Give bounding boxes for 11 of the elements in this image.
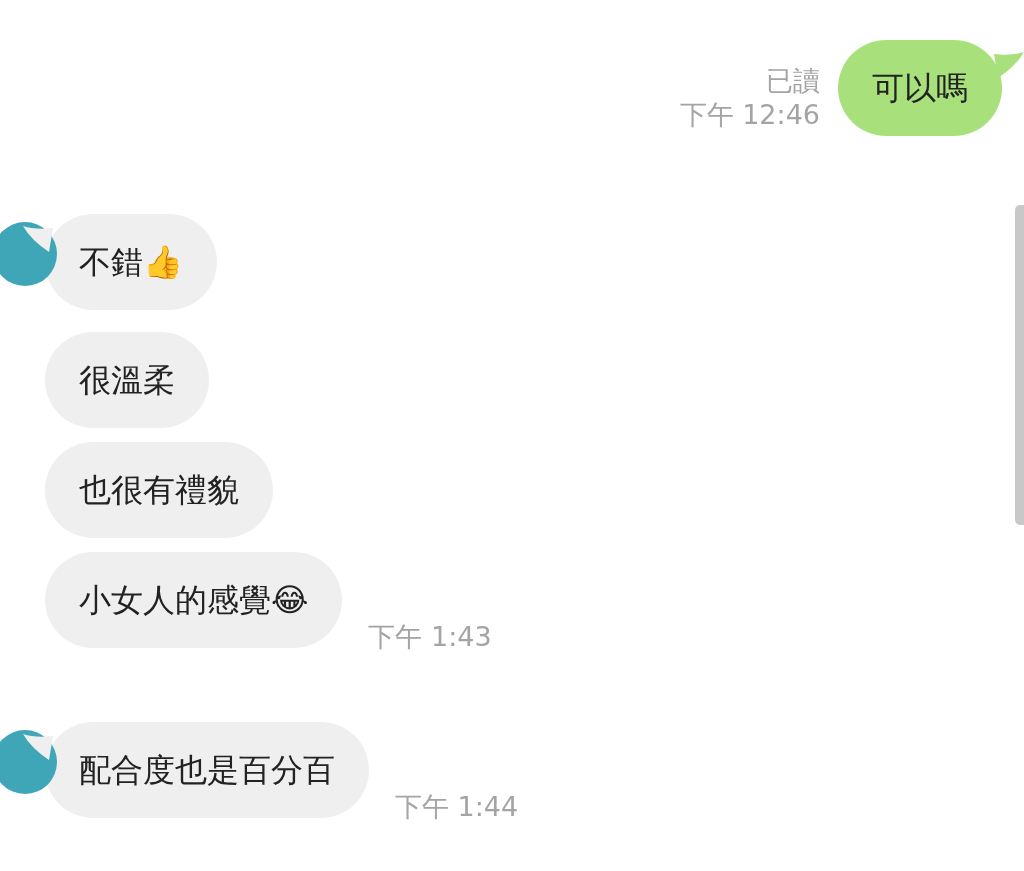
message-bubble: 小女人的感覺😂	[45, 552, 343, 648]
message-time: 下午 1:43	[368, 620, 492, 654]
message-bubble: 配合度也是百分百	[45, 722, 369, 818]
message-bubble: 不錯👍	[45, 214, 217, 310]
message-bubble: 很溫柔	[45, 332, 209, 428]
message-bubble: 可以嗎	[838, 40, 1002, 136]
message-bubble: 也很有禮貌	[45, 442, 273, 538]
scroll-bar[interactable]	[1015, 205, 1024, 525]
message-time: 下午 1:44	[395, 790, 519, 824]
read-receipt: 已讀	[766, 64, 820, 98]
message-time: 下午 12:46	[679, 98, 820, 132]
